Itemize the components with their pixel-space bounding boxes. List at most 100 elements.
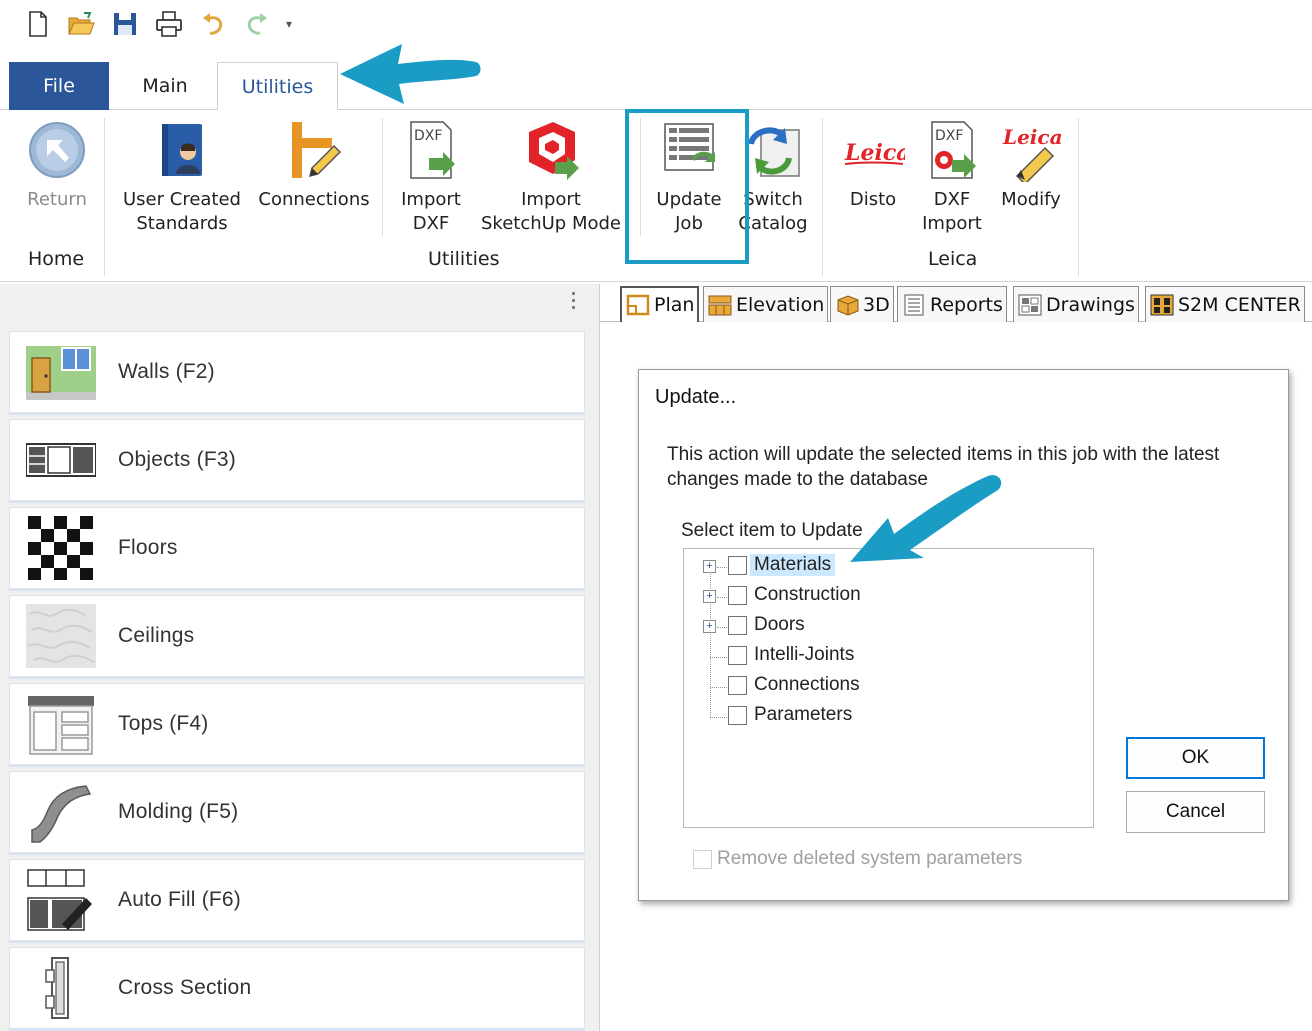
- modify-button[interactable]: Leica Modify: [994, 118, 1068, 212]
- reports-icon: [901, 293, 927, 317]
- tab-elevation[interactable]: Elevation: [703, 286, 829, 322]
- print-icon[interactable]: [154, 9, 184, 39]
- svg-text:Leica: Leica: [1002, 125, 1063, 149]
- drawings-icon: [1017, 293, 1043, 317]
- auto-fill-icon: [26, 868, 96, 932]
- save-icon[interactable]: [110, 9, 140, 39]
- tab-file[interactable]: File: [9, 62, 109, 110]
- left-item-ceilings[interactable]: Ceilings: [9, 595, 585, 679]
- ok-button[interactable]: OK: [1126, 737, 1265, 779]
- leica-modify-icon: Leica: [999, 118, 1063, 186]
- tops-counter-icon: [26, 692, 96, 756]
- cross-section-icon: [26, 956, 96, 1020]
- user-created-standards-button[interactable]: User Created Standards: [118, 118, 246, 236]
- tree-connector: [710, 717, 727, 718]
- open-folder-icon[interactable]: [66, 9, 96, 39]
- dialog-title: Update...: [655, 386, 737, 408]
- tab-utilities[interactable]: Utilities: [217, 62, 338, 111]
- svg-text:DXF: DXF: [935, 128, 963, 144]
- new-file-icon[interactable]: [22, 9, 52, 39]
- tab-main[interactable]: Main: [113, 62, 217, 110]
- callout-arrow-icon: [850, 475, 1002, 562]
- group-divider: [822, 118, 823, 276]
- left-item-tops[interactable]: Tops (F4): [9, 683, 585, 767]
- leica-logo-icon: Leica: [841, 118, 910, 182]
- update-job-highlight: [625, 109, 749, 264]
- tree-item-parameters[interactable]: Parameters: [754, 704, 852, 726]
- tree-item-intelli-joints[interactable]: Intelli-Joints: [754, 644, 854, 666]
- customize-toolbar-icon[interactable]: ▾: [286, 17, 300, 31]
- tab-3d[interactable]: 3D: [830, 286, 894, 322]
- return-icon: [25, 118, 89, 182]
- walls-icon: [26, 340, 96, 404]
- elevation-icon: [707, 293, 733, 317]
- undo-icon[interactable]: [198, 9, 228, 39]
- plan-icon: [625, 293, 651, 317]
- left-item-objects[interactable]: Objects (F3): [9, 419, 585, 503]
- tree-connector: [717, 627, 727, 628]
- objects-cabinet-icon: [25, 428, 97, 492]
- tree-connector: [717, 597, 727, 598]
- tab-plan[interactable]: Plan: [620, 286, 700, 322]
- group-label-utilities: Utilities: [428, 248, 500, 270]
- left-item-floors[interactable]: Floors: [9, 507, 585, 591]
- connections-icon: [282, 118, 346, 182]
- connections-checkbox[interactable]: [728, 676, 747, 695]
- disto-button[interactable]: Leica Disto: [838, 118, 910, 212]
- left-item-walls[interactable]: Walls (F2): [9, 331, 585, 415]
- callout-arrow-icon: [340, 44, 481, 104]
- left-panel: Walls (F2) Objects (F3) Floors Ceilings …: [0, 284, 600, 1031]
- s2m-center-icon: [1149, 293, 1175, 317]
- group-divider: [104, 118, 105, 276]
- ribbon-tab-bar: File Main Utilities: [0, 62, 1312, 111]
- select-items-label: Select item to Update: [681, 520, 863, 541]
- remove-deleted-label: Remove deleted system parameters: [717, 848, 1023, 869]
- redo-icon[interactable]: [242, 9, 272, 39]
- group-divider: [382, 118, 383, 236]
- left-item-cross-section[interactable]: Cross Section: [9, 947, 585, 1031]
- expand-doors-icon[interactable]: +: [703, 620, 716, 633]
- remove-deleted-option[interactable]: Remove deleted system parameters: [693, 848, 1022, 870]
- tree-item-construction[interactable]: Construction: [754, 584, 861, 606]
- cancel-button[interactable]: Cancel: [1126, 791, 1265, 833]
- update-dialog: Update... This action will update the se…: [638, 369, 1289, 901]
- dxf-file-icon: DXF: [399, 118, 463, 182]
- tree-connector: [710, 657, 727, 658]
- expand-construction-icon[interactable]: +: [703, 590, 716, 603]
- import-sketchup-button[interactable]: Import SketchUp Mode: [472, 118, 630, 236]
- import-dxf-button[interactable]: DXF Import DXF: [393, 118, 469, 236]
- tree-item-materials[interactable]: Materials: [750, 554, 836, 576]
- tree-item-doors[interactable]: Doors: [754, 614, 805, 636]
- return-button[interactable]: Return: [20, 118, 94, 212]
- tab-drawings[interactable]: Drawings: [1013, 286, 1139, 322]
- construction-checkbox[interactable]: [728, 586, 747, 605]
- left-item-molding[interactable]: Molding (F5): [9, 771, 585, 855]
- expand-materials-icon[interactable]: +: [703, 560, 716, 573]
- tab-reports[interactable]: Reports: [897, 286, 1007, 322]
- left-item-auto-fill[interactable]: Auto Fill (F6): [9, 859, 585, 943]
- remove-deleted-checkbox[interactable]: [693, 849, 712, 869]
- dxf-import-button[interactable]: DXF DXF Import: [914, 118, 990, 236]
- more-options-icon[interactable]: [570, 292, 576, 313]
- intelli-joints-checkbox[interactable]: [728, 646, 747, 665]
- molding-profile-icon: [26, 780, 96, 844]
- dxf-import-icon: DXF: [920, 118, 984, 182]
- group-label-home: Home: [28, 248, 85, 270]
- tree-item-connections[interactable]: Connections: [754, 674, 860, 696]
- tree-connector: [717, 567, 727, 568]
- tab-s2m-center[interactable]: S2M CENTER: [1145, 286, 1305, 322]
- document-tabs: Plan Elevation 3D Reports Drawings S2M C…: [600, 284, 1312, 322]
- floors-checker-icon: [26, 516, 96, 580]
- group-label-leica: Leica: [928, 248, 978, 270]
- svg-text:DXF: DXF: [414, 128, 442, 144]
- connections-button[interactable]: Connections: [252, 118, 376, 212]
- materials-checkbox[interactable]: [728, 556, 747, 575]
- parameters-checkbox[interactable]: [728, 706, 747, 725]
- update-items-tree[interactable]: + Materials + Construction + Doors Intel…: [683, 548, 1094, 828]
- group-divider: [1078, 118, 1079, 276]
- standards-book-icon: [150, 118, 214, 182]
- quick-access-toolbar: ▾: [22, 6, 300, 42]
- ceilings-texture-icon: [26, 604, 96, 668]
- cube-icon: [834, 293, 860, 317]
- doors-checkbox[interactable]: [728, 616, 747, 635]
